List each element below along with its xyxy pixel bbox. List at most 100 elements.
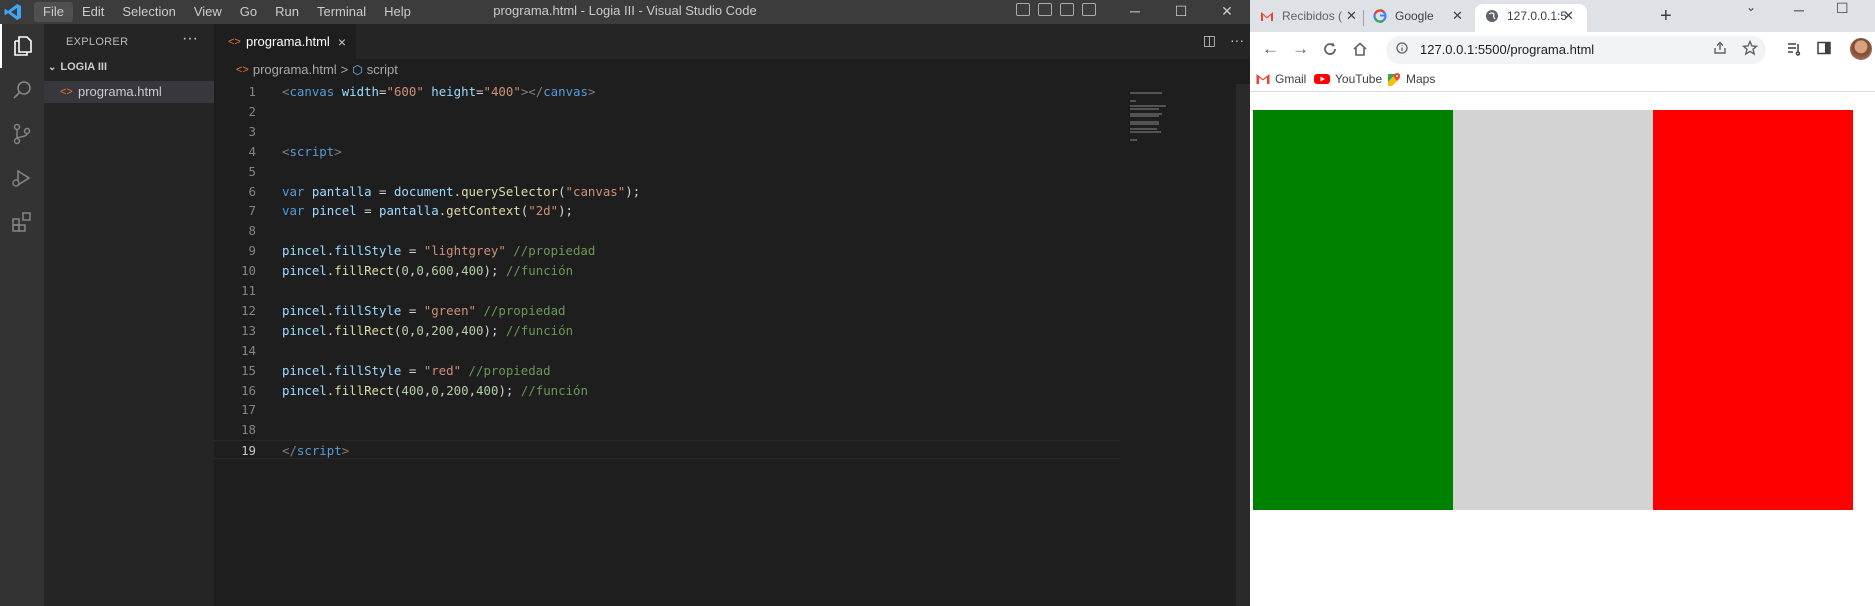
line-number: 9 xyxy=(248,243,256,259)
canvas[interactable] xyxy=(1253,110,1853,510)
code-token: = xyxy=(356,203,380,219)
source-control-icon[interactable] xyxy=(0,112,44,156)
menu-item-go[interactable]: Go xyxy=(231,0,266,24)
toggle-panel-icon[interactable] xyxy=(1038,3,1052,16)
code-line[interactable]: 4 <script> xyxy=(214,142,1250,161)
code-line[interactable]: 12 pincel.fillStyle = "green" //propiedad xyxy=(214,301,1250,320)
browser-tab-google[interactable]: Google ✕ xyxy=(1363,4,1475,32)
minimap[interactable] xyxy=(1126,80,1236,606)
code-line[interactable]: 8 xyxy=(214,221,1250,240)
reload-icon[interactable] xyxy=(1322,41,1338,57)
tab-programa-html[interactable]: <> programa.html × xyxy=(214,24,356,59)
bookmark-maps[interactable]: Maps xyxy=(1387,68,1435,90)
code-token: var xyxy=(282,183,305,199)
editor-scrollbar[interactable] xyxy=(1236,84,1250,606)
run-debug-icon[interactable] xyxy=(0,156,44,200)
menu-item-help[interactable]: Help xyxy=(375,0,420,24)
menu-item-run[interactable]: Run xyxy=(266,0,308,24)
line-number: 4 xyxy=(248,143,256,159)
minimize-button[interactable]: ─ xyxy=(1112,0,1158,24)
code-line[interactable]: 2 xyxy=(214,102,1250,121)
browser-tab-label: Google xyxy=(1395,9,1434,23)
new-tab-button[interactable]: + xyxy=(1660,4,1672,28)
toggle-primary-sidebar-icon[interactable] xyxy=(1016,3,1030,16)
code-line[interactable]: 11 xyxy=(214,281,1250,300)
bookmark-star-icon[interactable] xyxy=(1742,40,1758,56)
forward-arrow-icon[interactable]: → xyxy=(1292,39,1309,59)
back-arrow-icon[interactable]: ← xyxy=(1262,39,1279,59)
browser-maximize-button[interactable]: ☐ xyxy=(1836,0,1849,17)
vscode-titlebar: File Edit Selection View Go Run Terminal Help p… xyxy=(0,0,1250,24)
close-tab-icon[interactable]: ✕ xyxy=(1452,4,1463,28)
html-file-icon: <> xyxy=(236,64,249,76)
code-line[interactable]: 17 xyxy=(214,400,1250,419)
code-line[interactable]: 1 <canvas width="600" height="400"></canv… xyxy=(214,82,1250,101)
close-tab-icon[interactable]: ✕ xyxy=(1563,4,1574,28)
minimap-line xyxy=(1130,107,1160,110)
maximize-button[interactable]: ☐ xyxy=(1158,0,1204,24)
reading-list-icon[interactable] xyxy=(1786,40,1802,56)
bookmark-gmail[interactable]: Gmail xyxy=(1256,68,1306,90)
close-tab-icon[interactable]: × xyxy=(338,25,346,59)
extensions-icon[interactable] xyxy=(0,200,44,244)
profile-avatar[interactable] xyxy=(1850,38,1872,60)
code-line[interactable]: 16 pincel.fillRect(400,0,200,400); //func… xyxy=(214,381,1250,400)
code-line[interactable]: 6 var pantalla = document.querySelector("… xyxy=(214,182,1250,201)
tab-search-chevron-icon[interactable]: ⌄ xyxy=(1746,0,1756,14)
menu-item-view[interactable]: View xyxy=(185,0,231,24)
line-source: <script> xyxy=(282,142,342,161)
code-token: fillStyle xyxy=(334,302,402,318)
code-token: 200 xyxy=(446,382,469,398)
code-line[interactable]: 15 pincel.fillStyle = "red" //propiedad xyxy=(214,361,1250,380)
close-tab-icon[interactable]: ✕ xyxy=(1346,4,1357,28)
code-token: //propiedad xyxy=(468,362,551,378)
share-icon[interactable] xyxy=(1712,40,1728,56)
explorer-icon[interactable] xyxy=(0,24,44,68)
browser-minimize-button[interactable]: ─ xyxy=(1794,2,1804,18)
maps-icon xyxy=(1388,73,1400,86)
menu-item-file[interactable]: File xyxy=(34,2,73,22)
breadcrumb-file[interactable]: programa.html xyxy=(253,60,337,80)
toggle-secondary-sidebar-icon[interactable] xyxy=(1060,3,1074,16)
code-line[interactable]: 7 var pincel = pantalla.getContext("2d"); xyxy=(214,201,1250,220)
browser-tab-gmail[interactable]: Recibidos (3 ✕ xyxy=(1250,4,1362,32)
code-token: fillStyle xyxy=(334,243,402,259)
menu-item-edit[interactable]: Edit xyxy=(73,0,113,24)
editor-actions: ◫ ··· xyxy=(1203,32,1244,49)
close-window-button[interactable]: ✕ xyxy=(1204,0,1250,24)
code-line[interactable]: 13 pincel.fillRect(0,0,200,400); //funció… xyxy=(214,321,1250,340)
code-token: "600" xyxy=(386,84,424,99)
code-token: script xyxy=(296,443,342,459)
menu-item-terminal[interactable]: Terminal xyxy=(308,0,375,24)
menu-item-selection[interactable]: Selection xyxy=(113,0,184,24)
code-line[interactable]: 9 pincel.fillStyle = "lightgrey" //propie… xyxy=(214,241,1250,260)
home-icon[interactable] xyxy=(1352,41,1368,57)
address-bar[interactable]: 127.0.0.1:5500/programa.html xyxy=(1386,36,1766,64)
code-line[interactable]: 19 </script> xyxy=(214,440,1120,460)
side-panel-icon[interactable] xyxy=(1816,40,1832,56)
code-token: fillStyle xyxy=(334,362,402,378)
code-token: 0 xyxy=(416,263,424,279)
explorer-file-item[interactable]: <> programa.html xyxy=(44,81,214,103)
code-line[interactable]: 3 xyxy=(214,122,1250,141)
more-actions-icon[interactable]: ··· xyxy=(1230,32,1244,49)
editor-area: <> programa.html × ◫ ··· <> programa.htm… xyxy=(214,24,1250,606)
split-editor-icon[interactable]: ◫ xyxy=(1203,32,1216,49)
code-line[interactable]: 14 xyxy=(214,341,1250,360)
code-line[interactable]: 18 xyxy=(214,420,1250,439)
browser-tab-localhost[interactable]: 127.0.0.1:550 ✕ xyxy=(1475,4,1587,32)
workspace-folder[interactable]: ⌄ LOGIA III xyxy=(48,61,107,73)
code-token: ( xyxy=(558,183,566,199)
search-icon[interactable] xyxy=(0,68,44,112)
code-token: canvas xyxy=(289,84,335,99)
bookmark-youtube[interactable]: YouTube xyxy=(1314,68,1382,90)
code-line[interactable]: 10 pincel.fillRect(0,0,600,400); //funció… xyxy=(214,261,1250,280)
site-info-icon[interactable] xyxy=(1396,42,1408,54)
customize-layout-icon[interactable] xyxy=(1082,3,1096,16)
code-line[interactable]: 5 xyxy=(214,162,1250,181)
more-actions-icon[interactable]: ··· xyxy=(182,30,198,48)
flag-stripe-green xyxy=(1253,110,1453,510)
code-token: getContext xyxy=(446,203,521,219)
breadcrumb-symbol[interactable]: script xyxy=(367,60,398,80)
